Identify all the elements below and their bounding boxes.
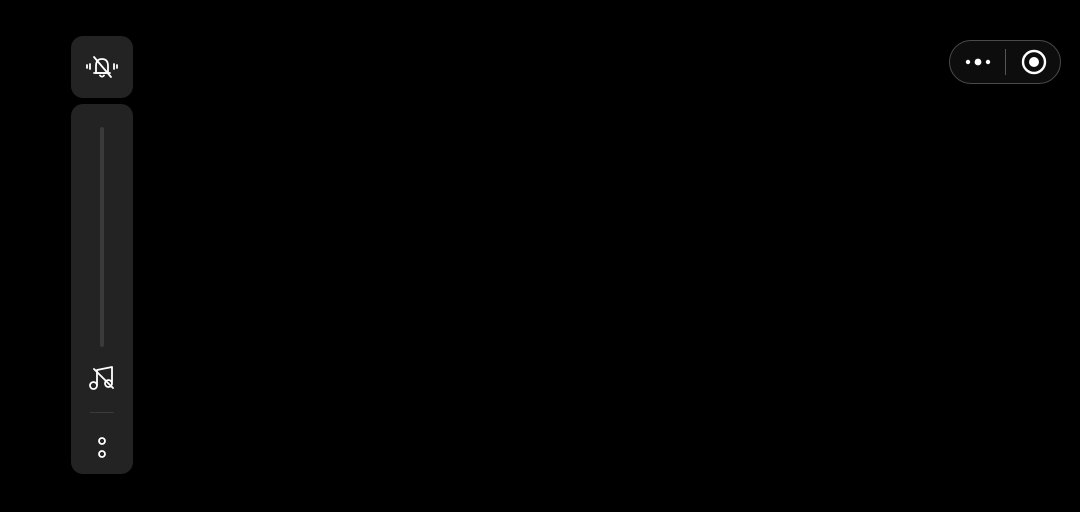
more-options-button[interactable] bbox=[958, 47, 998, 77]
more-horizontal-icon bbox=[965, 58, 991, 66]
more-vertical-icon bbox=[98, 437, 106, 458]
expand-volume-panel-button[interactable] bbox=[88, 434, 116, 462]
app-screen bbox=[0, 0, 1080, 512]
capsule-separator bbox=[1005, 49, 1006, 75]
close-mini-program-button[interactable] bbox=[1016, 47, 1052, 77]
bell-off-icon bbox=[86, 56, 118, 78]
ringer-mode-button[interactable] bbox=[71, 36, 133, 98]
panel-divider bbox=[90, 412, 114, 413]
volume-panel bbox=[71, 104, 133, 474]
media-volume-slider[interactable] bbox=[100, 127, 104, 347]
capsule-menu bbox=[949, 40, 1061, 84]
music-note-off-icon bbox=[89, 366, 114, 390]
record-circle-icon bbox=[1021, 49, 1047, 75]
media-stream-button[interactable] bbox=[88, 364, 116, 392]
